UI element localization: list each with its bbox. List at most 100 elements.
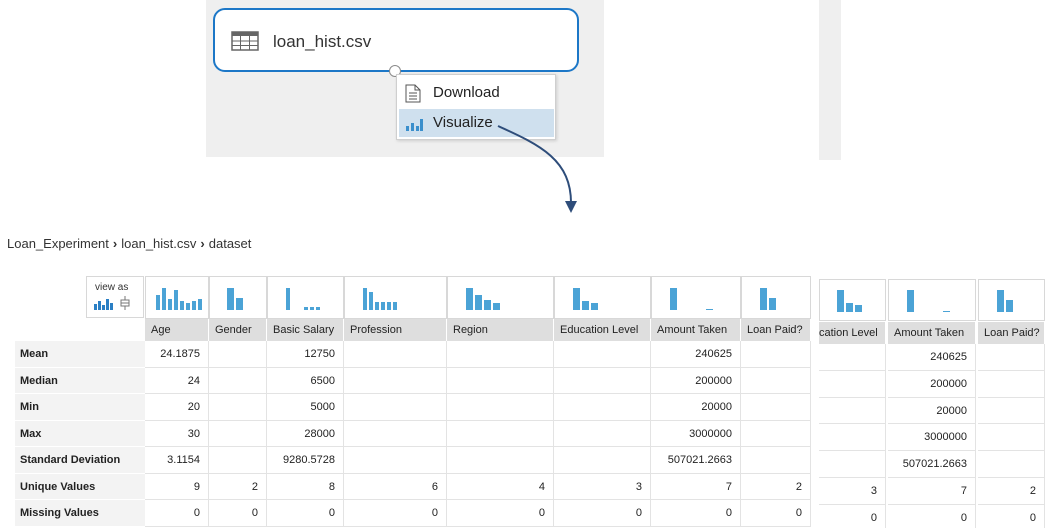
column-header[interactable]: Age <box>145 319 209 341</box>
histogram-education-level[interactable] <box>554 276 651 319</box>
histogram-bar <box>670 288 677 310</box>
histogram-view-icon[interactable] <box>94 297 114 315</box>
breadcrumb-item-experiment[interactable]: Loan_Experiment <box>7 236 109 251</box>
side-table-cell <box>819 344 886 371</box>
histogram-bar <box>484 300 491 310</box>
row-label: Min <box>15 394 145 421</box>
histogram-bar <box>466 288 473 310</box>
histogram-bar <box>303 307 308 310</box>
table-cell: 0 <box>267 500 344 527</box>
histogram-gender[interactable] <box>209 276 267 319</box>
histogram-bar <box>227 288 234 310</box>
histogram-bar <box>156 295 160 310</box>
histogram-bar <box>162 288 166 310</box>
histogram-bar <box>198 299 202 310</box>
chevron-right-icon: › <box>112 236 118 251</box>
histogram-bar <box>706 309 713 310</box>
table-cell <box>344 341 447 368</box>
histogram-bar <box>375 302 379 310</box>
table-cell: 3.1154 <box>145 447 209 474</box>
histogram-age[interactable] <box>145 276 209 319</box>
column-header[interactable]: Basic Salary <box>267 319 344 341</box>
side-column-header[interactable]: Loan Paid? <box>978 322 1045 344</box>
table-cell <box>554 447 651 474</box>
side-table-cell <box>978 344 1045 371</box>
view-as-control: view as <box>86 276 144 318</box>
side-table-cell <box>819 424 886 452</box>
histogram-bar <box>186 303 190 310</box>
breadcrumb: Loan_Experiment › loan_hist.csv › dataset <box>7 236 251 251</box>
table-cell <box>741 394 811 421</box>
table-cell: 6500 <box>267 367 344 394</box>
table-cell: 20 <box>145 394 209 421</box>
table-cell <box>554 420 651 447</box>
table-cell <box>344 420 447 447</box>
side-histogram[interactable] <box>888 279 976 321</box>
histogram-region[interactable] <box>447 276 554 319</box>
side-table-cell <box>978 370 1045 398</box>
histogram-loan-paid-[interactable] <box>741 276 811 319</box>
histogram-bar <box>907 290 914 312</box>
row-label: Median <box>15 367 145 394</box>
table-cell: 0 <box>145 500 209 527</box>
histogram-bar <box>180 301 184 310</box>
histogram-bar <box>855 305 862 312</box>
histogram-bar <box>582 301 589 310</box>
table-cell: 9 <box>145 473 209 500</box>
side-histogram[interactable] <box>978 279 1045 321</box>
side-column-header[interactable]: Amount Taken <box>888 322 976 344</box>
table-cell: 24.1875 <box>145 341 209 368</box>
table-cell: 8 <box>267 473 344 500</box>
histogram-bar <box>997 290 1004 312</box>
table-cell <box>344 447 447 474</box>
table-cell: 28000 <box>267 420 344 447</box>
table-cell: 0 <box>554 500 651 527</box>
breadcrumb-item-file[interactable]: loan_hist.csv <box>121 236 196 251</box>
table-cell <box>554 394 651 421</box>
histogram-profession[interactable] <box>344 276 447 319</box>
table-cell: 24 <box>145 367 209 394</box>
histogram-bar <box>369 292 373 310</box>
histogram-bar <box>381 302 385 310</box>
column-header[interactable]: Region <box>447 319 554 341</box>
column-header[interactable]: Education Level <box>554 319 651 341</box>
histogram-amount-taken[interactable] <box>651 276 741 319</box>
side-table-cell <box>978 397 1045 425</box>
side-table-cell: 200000 <box>888 370 976 398</box>
side-table-cell: 3 <box>819 478 886 505</box>
side-table-cell: 0 <box>819 504 886 528</box>
side-table-cell: 20000 <box>888 397 976 425</box>
table-cell <box>447 420 554 447</box>
side-histogram[interactable] <box>819 279 886 321</box>
column-header[interactable]: Gender <box>209 319 267 341</box>
side-table-cell: 0 <box>888 504 976 528</box>
histogram-bar <box>309 307 314 310</box>
histogram-bar <box>769 298 776 310</box>
table-cell <box>209 341 267 368</box>
column-header[interactable]: Profession <box>344 319 447 341</box>
table-cell <box>447 447 554 474</box>
histogram-bar <box>192 301 196 310</box>
column-header[interactable]: Loan Paid? <box>741 319 811 341</box>
chevron-right-icon: › <box>200 236 205 251</box>
side-table-cell: 0 <box>978 504 1045 528</box>
table-cell <box>447 341 554 368</box>
table-cell <box>741 447 811 474</box>
histogram-bar <box>837 290 844 312</box>
side-table-cell: 2 <box>978 478 1045 505</box>
histogram-bar <box>174 290 178 310</box>
side-table-cell: 507021.2663 <box>888 451 976 478</box>
side-column-header[interactable]: cation Level <box>819 322 886 344</box>
table-cell: 0 <box>741 500 811 527</box>
histogram-bar <box>573 288 580 310</box>
table-cell: 0 <box>651 500 741 527</box>
histogram-bar <box>591 303 598 310</box>
boxplot-view-icon[interactable] <box>120 296 130 315</box>
table-cell <box>209 394 267 421</box>
histogram-bar <box>393 302 397 310</box>
histogram-bar <box>363 288 367 310</box>
row-label: Mean <box>15 341 145 368</box>
table-cell <box>741 420 811 447</box>
column-header[interactable]: Amount Taken <box>651 319 741 341</box>
histogram-basic-salary[interactable] <box>267 276 344 319</box>
